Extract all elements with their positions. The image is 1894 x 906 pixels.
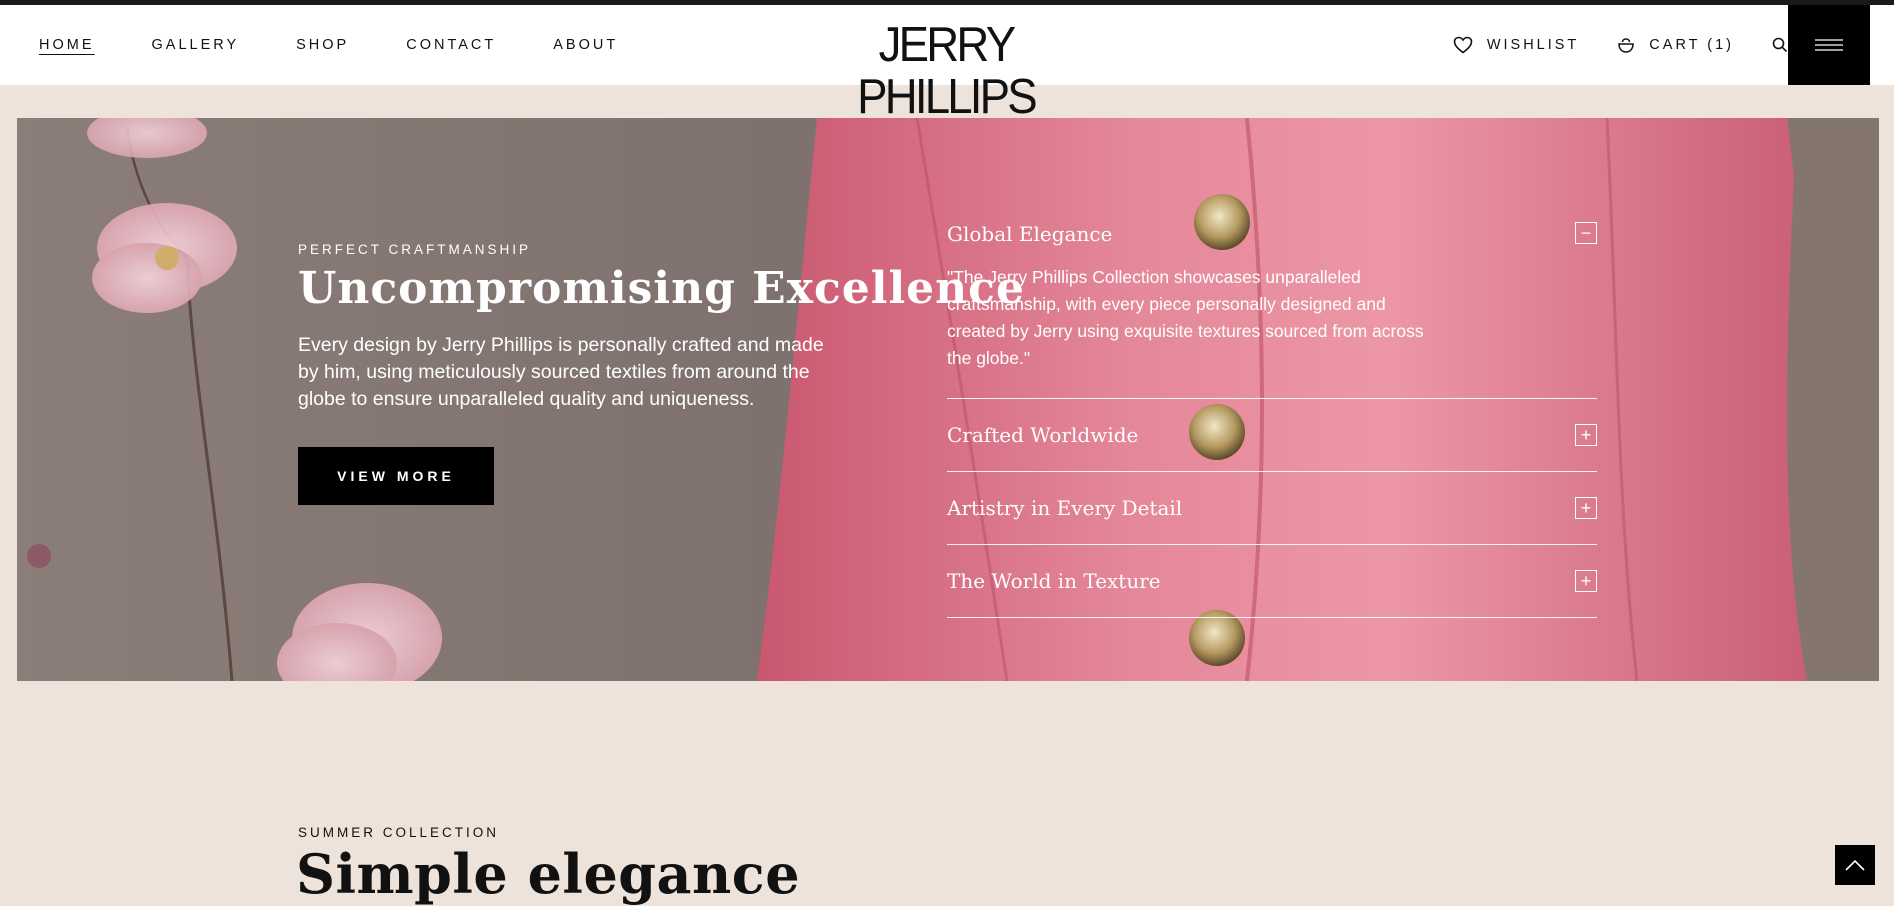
hero-section: PERFECT CRAFTMANSHIP Uncompromising Exce… <box>17 118 1879 681</box>
accordion-body: "The Jerry Phillips Collection showcases… <box>947 267 1424 368</box>
accordion-title: The World in Texture <box>947 569 1161 593</box>
nav-home[interactable]: HOME <box>39 37 95 53</box>
expand-icon[interactable]: + <box>1575 497 1597 519</box>
search-icon <box>1772 37 1788 53</box>
bag-icon <box>1618 38 1635 53</box>
header-utilities: WISHLIST CART (1) <box>1415 5 1788 85</box>
wishlist-label: WISHLIST <box>1486 37 1580 53</box>
view-more-button[interactable]: VIEW MORE <box>298 447 494 505</box>
expand-icon[interactable]: + <box>1575 570 1597 592</box>
accordion-header[interactable]: Global Elegance − <box>947 208 1597 264</box>
collapse-icon[interactable]: − <box>1575 222 1597 244</box>
menu-button[interactable] <box>1788 5 1870 85</box>
site-header: HOME GALLERY SHOP CONTACT ABOUT JERRY PH… <box>0 5 1894 123</box>
nav-about[interactable]: ABOUT <box>553 37 618 53</box>
cart-link[interactable]: CART (1) <box>1617 36 1734 54</box>
accordion-item-world-in-texture: The World in Texture + <box>947 545 1597 618</box>
feature-accordion: Global Elegance − "The Jerry Phillips Co… <box>947 208 1597 618</box>
hamburger-icon <box>1815 39 1843 51</box>
expand-icon[interactable]: + <box>1575 424 1597 446</box>
nav-gallery[interactable]: GALLERY <box>152 37 240 53</box>
scroll-to-top-button[interactable] <box>1835 845 1875 885</box>
cart-label: CART (1) <box>1649 37 1734 53</box>
accordion-item-global-elegance: Global Elegance − "The Jerry Phillips Co… <box>947 208 1597 399</box>
hero-intro: PERFECT CRAFTMANSHIP Uncompromising Exce… <box>298 242 1025 505</box>
accordion-title: Artistry in Every Detail <box>947 496 1183 520</box>
hero-title: Uncompromising Excellence <box>298 263 1025 314</box>
collection-eyebrow: SUMMER COLLECTION <box>298 825 500 840</box>
search-button[interactable] <box>1772 37 1788 53</box>
collection-title: Simple elegance <box>296 842 801 906</box>
chevron-up-icon <box>1845 859 1865 871</box>
nav-shop[interactable]: SHOP <box>296 37 349 53</box>
site-logo[interactable]: JERRY PHILLIPS <box>801 19 1091 123</box>
main-nav: HOME GALLERY SHOP CONTACT ABOUT <box>39 5 675 85</box>
accordion-header[interactable]: The World in Texture + <box>947 545 1597 617</box>
wishlist-link[interactable]: WISHLIST <box>1453 36 1579 54</box>
accordion-title: Crafted Worldwide <box>947 423 1139 447</box>
hero-eyebrow: PERFECT CRAFTMANSHIP <box>298 242 532 257</box>
accordion-header[interactable]: Artistry in Every Detail + <box>947 472 1597 544</box>
hero-description: Every design by Jerry Phillips is person… <box>298 334 824 410</box>
accordion-header[interactable]: Crafted Worldwide + <box>947 399 1597 471</box>
nav-contact[interactable]: CONTACT <box>406 37 496 53</box>
accordion-item-artistry: Artistry in Every Detail + <box>947 472 1597 545</box>
accordion-item-crafted-worldwide: Crafted Worldwide + <box>947 399 1597 472</box>
accordion-title: Global Elegance <box>947 222 1113 246</box>
heart-icon <box>1453 36 1473 54</box>
